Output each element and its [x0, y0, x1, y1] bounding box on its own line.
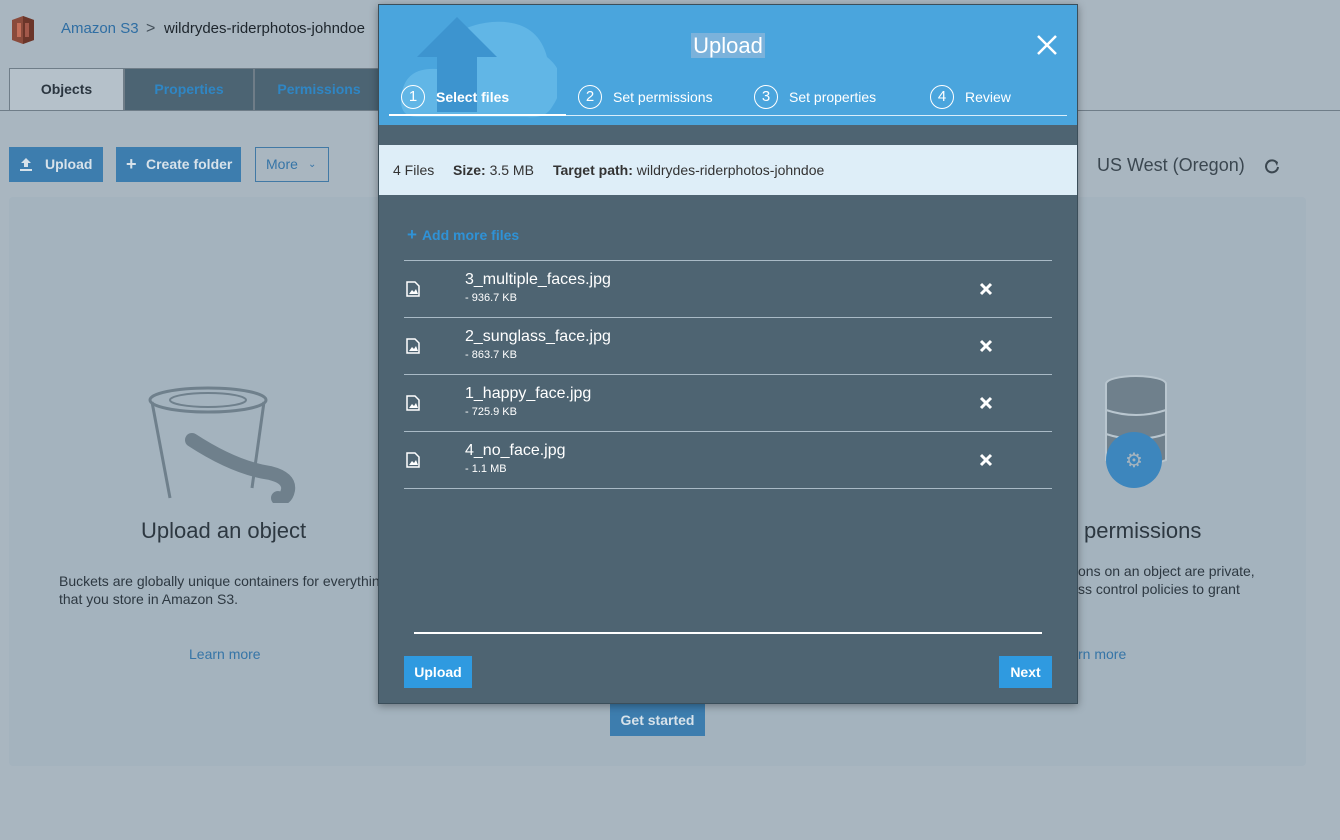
create-folder-button[interactable]: + Create folder — [116, 147, 241, 182]
modal-title: Upload — [691, 33, 765, 58]
file-size: - 1.1 MB — [465, 463, 507, 475]
region-label: US West (Oregon) — [1097, 155, 1245, 175]
close-icon[interactable] — [1035, 33, 1059, 57]
more-dropdown[interactable]: More ⌄ — [255, 147, 329, 182]
permissions-description: ons on an object are private, ss control… — [1078, 563, 1255, 597]
breadcrumb-s3-link[interactable]: Amazon S3 — [61, 20, 139, 37]
chevron-down-icon: ⌄ — [308, 159, 317, 170]
modal-upload-button[interactable]: Upload — [404, 656, 472, 688]
upload-object-description: Buckets are globally unique containers f… — [59, 573, 379, 607]
breadcrumb-current-bucket: wildrydes-riderphotos-johndoe — [164, 20, 365, 37]
file-row: 1_happy_face.jpg - 725.9 KB — [404, 374, 1052, 431]
next-button[interactable]: Next — [999, 656, 1052, 688]
step-label: Select files — [436, 89, 510, 105]
upload-button-label: Upload — [45, 156, 93, 172]
remove-file-icon[interactable] — [978, 338, 994, 354]
get-started-button[interactable]: Get started — [610, 704, 705, 736]
step-label: Set permissions — [613, 89, 713, 105]
file-row: 2_sunglass_face.jpg - 863.7 KB — [404, 317, 1052, 374]
modal-header: Upload 1 Select files 2 Set permissions … — [379, 5, 1077, 125]
step-label: Set properties — [789, 89, 877, 105]
database-gear-illustration-icon: ⚙ — [1105, 375, 1167, 488]
steps-track — [566, 115, 1067, 116]
file-size: - 725.9 KB — [465, 406, 517, 418]
cloud-upload-icon — [401, 17, 557, 118]
learn-more-permissions-link[interactable]: rn more — [1078, 646, 1126, 662]
file-name: 3_multiple_faces.jpg — [465, 271, 611, 288]
remove-file-icon[interactable] — [978, 281, 994, 297]
upload-button[interactable]: Upload — [9, 147, 103, 182]
upload-modal: Upload 1 Select files 2 Set permissions … — [378, 4, 1078, 704]
svg-text:⚙: ⚙ — [1125, 450, 1143, 472]
permissions-title: permissions — [1084, 518, 1202, 543]
file-size: - 936.7 KB — [465, 292, 517, 304]
tab-objects[interactable]: Objects — [9, 68, 124, 110]
create-folder-label: Create folder — [146, 156, 233, 172]
s3-logo-icon — [12, 16, 34, 44]
footer-divider — [414, 632, 1042, 634]
step-number: 3 — [754, 85, 778, 109]
remove-file-icon[interactable] — [978, 452, 994, 468]
tab-permissions[interactable]: Permissions — [254, 68, 384, 110]
upload-summary-bar: 4 Files Size: 3.5 MB Target path: wildry… — [379, 145, 1077, 195]
plus-icon: + — [126, 154, 137, 174]
image-file-icon — [406, 395, 420, 411]
file-row: 4_no_face.jpg - 1.1 MB — [404, 431, 1052, 489]
file-list: 3_multiple_faces.jpg - 936.7 KB 2_sungla… — [404, 260, 1052, 489]
upload-object-title: Upload an object — [141, 518, 307, 543]
more-label: More — [266, 156, 298, 172]
tab-properties[interactable]: Properties — [124, 68, 254, 110]
image-file-icon — [406, 338, 420, 354]
add-more-label: Add more files — [421, 227, 520, 243]
file-name: 4_no_face.jpg — [465, 442, 566, 459]
breadcrumb-separator: > — [146, 20, 156, 37]
refresh-icon[interactable] — [1263, 157, 1281, 175]
file-row: 3_multiple_faces.jpg - 936.7 KB — [404, 260, 1052, 317]
bucket-illustration-icon — [148, 386, 296, 503]
target-path: Target path: wildrydes-riderphotos-johnd… — [553, 162, 825, 178]
file-count: 4 Files — [393, 162, 435, 178]
total-size: Size: 3.5 MB — [453, 162, 534, 178]
plus-icon: + — [407, 225, 417, 244]
file-size: - 863.7 KB — [465, 349, 517, 361]
file-name: 1_happy_face.jpg — [465, 385, 592, 402]
active-step-indicator — [389, 114, 566, 116]
step-number: 2 — [578, 85, 602, 109]
image-file-icon — [406, 281, 420, 297]
image-file-icon — [406, 452, 420, 468]
learn-more-upload-link[interactable]: Learn more — [189, 646, 261, 662]
add-more-files-link[interactable]: + Add more files — [407, 225, 519, 245]
remove-file-icon[interactable] — [978, 395, 994, 411]
step-label: Review — [965, 89, 1011, 105]
step-number: 4 — [930, 85, 954, 109]
step-number: 1 — [401, 85, 425, 109]
file-name: 2_sunglass_face.jpg — [465, 328, 611, 345]
upload-icon — [20, 158, 32, 171]
